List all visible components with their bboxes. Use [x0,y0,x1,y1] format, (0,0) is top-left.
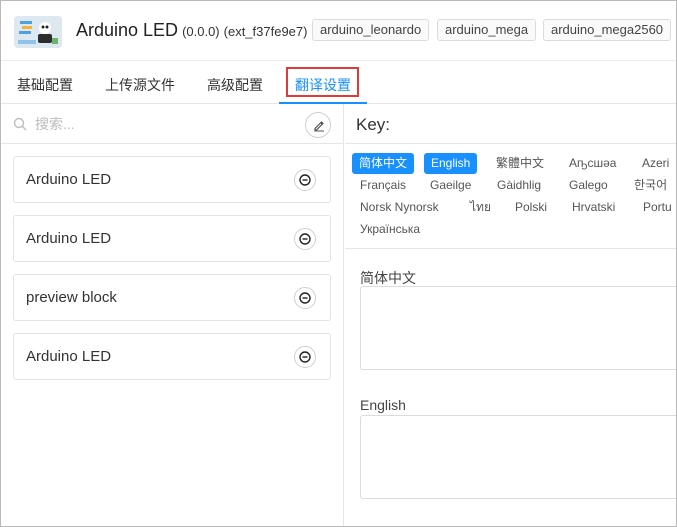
language-option-ko[interactable]: 한국어 [634,175,667,196]
extension-header: Arduino LED (0.0.0) (ext_f37fe9e7) arduino… [1,1,676,61]
language-option-az[interactable]: Azeri [642,153,669,174]
divider [345,143,676,144]
language-option-gl[interactable]: Galego [569,175,608,196]
remove-item-button[interactable] [294,346,316,368]
block-list-item[interactable]: Arduino LED [13,156,331,203]
block-list-pane: Arduino LED Arduino LED preview block [1,104,344,526]
board-tag-mega2560: arduino_mega2560 [543,19,672,41]
edit-button[interactable] [305,112,331,138]
block-list-item[interactable]: Arduino LED [13,333,331,380]
board-tag-mega: arduino_mega [437,19,537,41]
translation-input-en[interactable] [360,415,676,499]
block-item-label: Arduino LED [26,230,112,247]
block-item-label: preview block [26,289,117,306]
extension-logo [14,16,62,48]
language-option-gd[interactable]: Gàidhlig [497,175,541,196]
language-option-hr[interactable]: Hrvatski [572,197,615,218]
block-list-item[interactable]: preview block [13,274,331,321]
remove-item-button[interactable] [294,287,316,309]
extension-title: Arduino LED (0.0.0) (ext_f37fe9e7) [76,20,307,41]
language-option-nn[interactable]: Norsk Nynorsk [360,197,439,218]
language-option-ga[interactable]: Gaeilge [430,175,471,196]
search-bar [1,104,344,144]
block-item-label: Arduino LED [26,171,112,188]
extension-id: (ext_f37fe9e7) [223,24,308,39]
minus-circle-icon [299,351,311,363]
language-option-zh-tw[interactable]: 繁體中文 [496,153,544,174]
minus-circle-icon [299,292,311,304]
language-option-en[interactable]: English [424,153,478,174]
translation-input-zh-cn[interactable] [360,286,676,370]
key-label: Key: [356,115,391,134]
language-option-th[interactable]: ไทย [470,197,491,218]
remove-item-button[interactable] [294,228,316,250]
translation-field-label-en: English [360,397,406,413]
minus-circle-icon [299,174,311,186]
pencil-icon [314,121,324,132]
extension-name: Arduino LED [76,20,179,40]
divider [345,248,676,249]
language-option-pt[interactable]: Portu [643,197,672,218]
board-tag-leonardo: arduino_leonardo [312,19,430,41]
app-window: Arduino LED (0.0.0) (ext_f37fe9e7) arduino… [0,0,677,527]
search-icon [13,117,27,131]
tab-advanced-config[interactable]: 高级配置 [207,75,263,95]
language-option-pl[interactable]: Polski [515,197,547,218]
tab-upload-source[interactable]: 上传源文件 [105,75,175,95]
minus-circle-icon [299,233,311,245]
translation-pane: Key: 简体中文 English 繁體中文 Аҧсшәа Azeri Fran… [345,104,676,526]
block-item-label: Arduino LED [26,348,112,365]
language-option-zh-cn[interactable]: 简体中文 [352,153,415,174]
extension-version: (0.0.0) [182,24,220,39]
block-list-item[interactable]: Arduino LED [13,215,331,262]
language-option-uk[interactable]: Українська [360,219,420,240]
search-input[interactable] [35,114,275,134]
language-option-fr[interactable]: Français [360,175,406,196]
language-option-ab[interactable]: Аҧсшәа [569,153,616,174]
translation-field-label-zh-cn: 简体中文 [360,270,416,286]
tab-basic-config[interactable]: 基础配置 [17,75,73,95]
remove-item-button[interactable] [294,169,316,191]
active-tab-highlight-box [286,67,359,97]
